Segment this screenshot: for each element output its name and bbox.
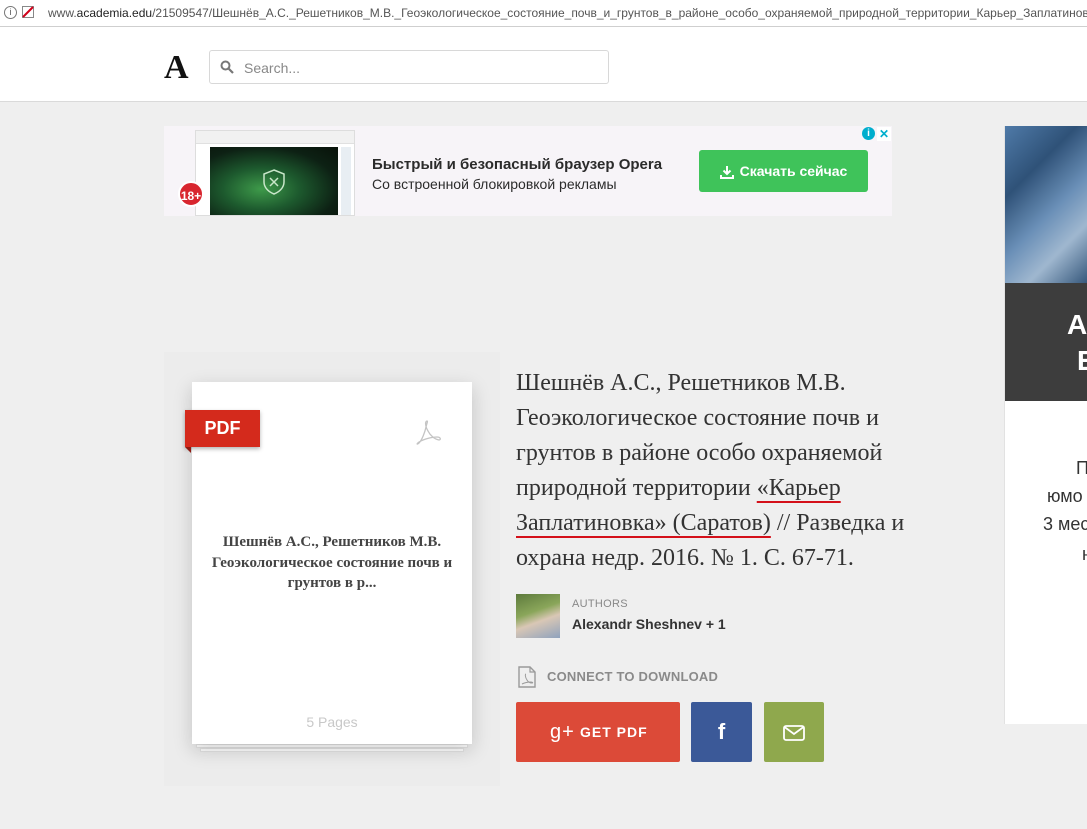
authors-name-link[interactable]: Alexandr Sheshnev + 1: [572, 616, 726, 632]
side-ad-title-line2: Е: [1077, 345, 1087, 377]
academia-logo[interactable]: A: [164, 49, 189, 87]
authors-label: AUTHORS: [572, 598, 628, 610]
side-ad-text-4: н: [1082, 544, 1087, 565]
ad-close-icon[interactable]: ✕: [877, 127, 891, 141]
ad-screenshot-sidebar: [341, 147, 351, 215]
browser-url-bar[interactable]: i www.academia.edu/21509547/Шешнёв_А.С._…: [0, 0, 1087, 27]
google-get-pdf-button[interactable]: g+ GET PDF: [516, 702, 680, 762]
get-pdf-label: GET PDF: [580, 724, 648, 740]
side-ad-banner[interactable]: А Е П юмо 3 мес н: [1004, 126, 1087, 724]
opera-ad-banner[interactable]: 18+ Быстрый и безопасный браузер Opera С…: [164, 126, 892, 216]
document-thumb-title: Шешнёв А.С., Решетников М.В. Геоэкологич…: [211, 534, 453, 591]
adchoices-icon[interactable]: i: [862, 127, 875, 140]
site-header: A: [0, 27, 1087, 102]
side-ad-text-3: 3 мес: [1043, 514, 1087, 534]
ad-headline: Быстрый и безопасный браузер Opera: [372, 156, 663, 173]
document-page-stack: [196, 744, 468, 748]
url-text[interactable]: www.academia.edu/21509547/Шешнёв_А.С._Ре…: [48, 0, 1087, 26]
google-plus-icon: g+: [550, 721, 575, 743]
side-ad-text-1: П: [1076, 458, 1087, 479]
site-info-icon[interactable]: i: [4, 6, 17, 19]
side-ad-title-line1: А: [1067, 309, 1087, 340]
facebook-icon: f: [717, 719, 726, 744]
pdf-tag-fold: [185, 447, 191, 453]
side-ad-text-2: юмо: [1047, 486, 1083, 506]
paper-title: Шешнёв А.С., Решетников М.В. Геоэкологич…: [516, 366, 956, 576]
ad-download-button[interactable]: Скачать сейчас: [699, 150, 868, 192]
url-path: /21509547/Шешнёв_А.С._Решетников_М.В._Ге…: [152, 6, 1087, 20]
acrobat-icon: [416, 420, 441, 445]
document-page-stack: [200, 748, 464, 752]
side-ad-title-block: А Е: [1005, 283, 1087, 401]
search-box[interactable]: [209, 50, 609, 84]
author-avatar[interactable]: [516, 594, 560, 638]
ad-shield-icon: [263, 169, 285, 195]
age-rating-badge: 18+: [178, 181, 204, 207]
url-host: academia.edu: [76, 6, 153, 20]
ad-download-label: Скачать сейчас: [739, 163, 848, 179]
ad-screenshot-toolbar: [196, 131, 354, 144]
search-input[interactable]: [242, 57, 596, 79]
side-ad-photo: [1005, 126, 1087, 283]
download-icon: [719, 166, 734, 180]
envelope-icon: [783, 725, 805, 741]
noscript-icon[interactable]: [22, 6, 34, 18]
connect-to-download-label: CONNECT TO DOWNLOAD: [547, 669, 719, 684]
document-page-count: 5 Pages: [306, 714, 358, 730]
search-icon: [220, 60, 234, 74]
ad-browser-screenshot: [195, 130, 355, 216]
facebook-button[interactable]: f: [691, 702, 752, 762]
pdf-file-icon: [518, 666, 536, 688]
url-prefix: www.: [48, 6, 77, 20]
pdf-tag: PDF: [185, 410, 260, 447]
email-button[interactable]: [764, 702, 824, 762]
ad-subline: Со встроенной блокировкой рекламы: [372, 176, 617, 192]
